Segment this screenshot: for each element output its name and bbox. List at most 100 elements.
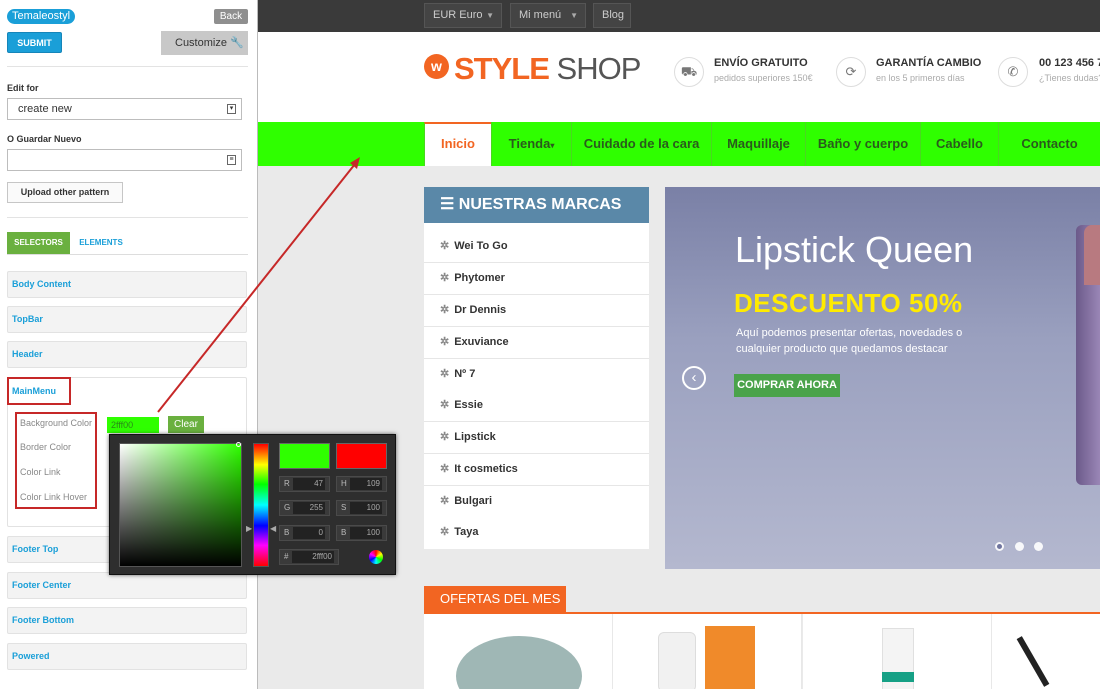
product-image [1016,636,1050,687]
menu-item-bano[interactable]: Baño y cuerpo [805,122,920,166]
brand-item[interactable]: ✲ Taya [424,517,649,549]
brand-item[interactable]: ✲ Wei To Go [424,231,649,263]
section-body-content[interactable]: Body Content [7,271,247,298]
section-footer-bottom[interactable]: Footer Bottom [7,607,247,634]
new-color-swatch [279,443,330,469]
menu-item-contacto[interactable]: Contacto [998,122,1100,166]
logo-style: STYLE [454,51,550,86]
hex-field[interactable]: #2fff00 [279,549,339,565]
guarantee-title: GARANTÍA CAMBIO [876,57,982,69]
brand-item[interactable]: ✲ Nº 7 [424,359,649,391]
menu-item-tienda[interactable]: Tienda▾ [491,122,571,166]
blog-link[interactable]: Blog [593,3,631,28]
menu-item-inicio[interactable]: Inicio [424,122,491,166]
b-field[interactable]: B0 [279,525,330,541]
menu-item-cabello[interactable]: Cabello [920,122,998,166]
tab-underline [7,254,248,255]
product-image [456,636,582,689]
gear-icon: ✲ [440,431,450,443]
slider-dot[interactable] [1034,542,1043,551]
option-color-link[interactable]: Color Link [20,467,61,477]
submit-button[interactable]: SUBMIT [7,32,62,53]
s-value[interactable]: 100 [350,502,382,514]
logo[interactable]: STYLE SHOP [454,51,641,87]
brightness-field[interactable]: B 100 [336,525,387,541]
background-color-input[interactable]: 2fff00 [107,417,159,433]
slide-description: Aquí podemos presentar ofertas, novedade… [736,327,963,355]
g-value[interactable]: 255 [293,502,325,514]
theme-name-badge: Temaleostyl [7,9,76,24]
option-color-link-hover[interactable]: Color Link Hover [20,492,87,502]
color-selector-handle[interactable] [236,442,241,447]
tab-selectors[interactable]: SELECTORS [7,232,70,254]
menu-tienda-label: Tienda [508,136,551,151]
list-icon: ≡ [227,155,236,165]
customize-label: Customize [175,37,227,49]
brand-item[interactable]: ✲ It cosmetics [424,454,649,486]
h-value[interactable]: 109 [350,478,382,490]
h-field[interactable]: H 109 [336,476,387,492]
topbar [258,0,1100,32]
save-new-input[interactable]: ≡ [7,149,242,171]
current-color-swatch[interactable] [336,443,387,469]
brand-item[interactable]: ✲ Dr Dennis [424,295,649,327]
saturation-value-field[interactable] [119,443,242,567]
clear-button[interactable]: Clear [168,416,204,433]
slider-prev-icon[interactable]: ‹ [682,366,706,390]
slide-discount: DESCUENTO 50% [734,288,963,318]
section-header[interactable]: Header [7,341,247,368]
brand-label: Nº 7 [454,368,476,380]
currency-dropdown[interactable]: EUR Euro ▼ [424,3,502,28]
hex-value[interactable]: 2fff00 [292,551,334,563]
gear-icon: ✲ [440,272,450,284]
back-button[interactable]: Back [214,9,248,24]
brand-item[interactable]: ✲ Phytomer [424,263,649,295]
edit-for-select[interactable]: create new ▾ [7,98,242,120]
option-background-color[interactable]: Background Color [20,418,92,428]
r-value[interactable]: 47 [293,478,325,490]
brand-item[interactable]: ✲ Essie [424,390,649,422]
r-field[interactable]: R 47 [279,476,330,492]
brand-item[interactable]: ✲ Exuviance [424,327,649,359]
gear-icon: ✲ [440,240,450,252]
buy-now-button[interactable]: COMPRAR AHORA [734,374,840,397]
brightness-value[interactable]: 100 [350,527,382,539]
upload-pattern-button[interactable]: Upload other pattern [7,182,123,203]
g-field[interactable]: G 255 [279,500,330,516]
gear-icon: ✲ [440,495,450,507]
section-topbar[interactable]: TopBar [7,306,247,333]
b-value[interactable]: 0 [293,527,325,539]
menu-item-cuidado[interactable]: Cuidado de la cara [571,122,711,166]
theme-customizer-panel: Temaleostyl Back SUBMIT Customize 🔧 Edit… [0,0,258,689]
option-border-color[interactable]: Border Color [20,442,71,452]
shipping-sub: pedidos superiores 150€ [714,73,813,83]
product-card[interactable] [992,614,1100,689]
product-card[interactable] [424,614,613,689]
product-card[interactable] [803,614,992,689]
brightness-label: B [341,528,347,537]
s-field[interactable]: S 100 [336,500,387,516]
product-card[interactable] [613,614,802,689]
slider-dot-active[interactable] [995,542,1004,551]
color-wheel-icon[interactable] [369,550,383,564]
hue-slider[interactable] [253,443,269,567]
customize-button[interactable]: Customize 🔧 [161,31,248,55]
shipping-title: ENVÍO GRATUITO [714,57,808,69]
hue-left-arrow-icon: ▶ [246,524,253,533]
my-menu-dropdown[interactable]: Mi menú ▼ [510,3,586,28]
slider-dot[interactable] [1015,542,1024,551]
offers-tab[interactable]: OFERTAS DEL MES [424,586,566,612]
section-footer-center[interactable]: Footer Center [7,572,247,599]
tab-elements[interactable]: ELEMENTS [70,232,132,254]
menu-item-maquillaje[interactable]: Maquillaje [711,122,805,166]
brand-label: Taya [454,526,479,538]
brands-title: NUESTRAS MARCAS [458,196,622,213]
brand-item[interactable]: ✲ Lipstick [424,422,649,454]
hamburger-icon: ☰ [440,196,459,213]
section-mainmenu[interactable]: MainMenu [7,377,71,405]
section-powered[interactable]: Powered [7,643,247,670]
brand-item[interactable]: ✲ Bulgari [424,486,649,518]
site-preview: EUR Euro ▼ Mi menú ▼ Blog w STYLE SHOP ⛟ E… [258,0,1100,689]
h-label: H [341,479,347,488]
brand-label: It cosmetics [454,463,518,475]
